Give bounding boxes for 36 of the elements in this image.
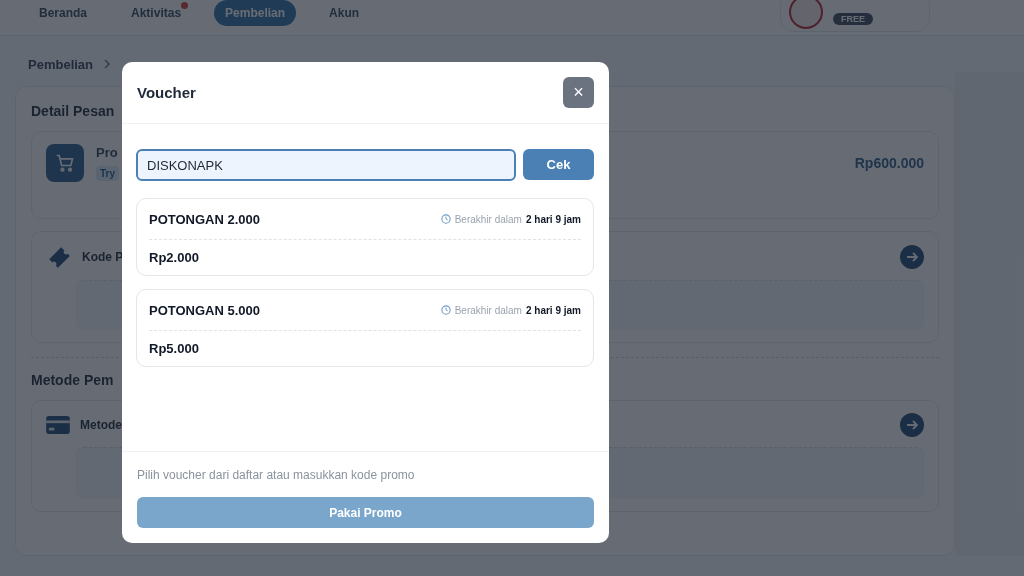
arrow-right-icon[interactable] (900, 413, 924, 437)
section-title: Detail Pesan (31, 103, 116, 119)
nav-tab[interactable]: Beranda (28, 0, 99, 26)
section-title: Metode Pem (31, 372, 115, 388)
nav-tab[interactable]: Aktivitas (120, 0, 193, 26)
voucher-name: POTONGAN 5.000 (149, 302, 261, 318)
breadcrumb-link[interactable]: Pembelian (28, 56, 94, 72)
product-price: Rp600.000 (854, 155, 924, 171)
dialog-title: Voucher (137, 84, 196, 101)
voucher-card[interactable]: POTONGAN 5.000 Berakhir dalam 2 hari 9 jam Rp5.000 (136, 289, 594, 367)
chevron-right-icon (103, 59, 112, 69)
voucher-amount: Rp2.000 (149, 249, 200, 265)
payment-label: Metode (80, 418, 122, 432)
arrow-right-icon[interactable] (900, 245, 924, 269)
clock-icon (440, 305, 451, 315)
voucher-card[interactable]: POTONGAN 2.000 Berakhir dalam 2 hari 9 jam Rp2.000 (136, 198, 594, 276)
expiry-time: 2 hari 9 jam (525, 304, 581, 316)
expiry-time: 2 hari 9 jam (525, 213, 581, 225)
voucher-code-field[interactable]: DISKONAPK (136, 149, 516, 181)
cart-icon (46, 144, 84, 182)
voucher-amount: Rp5.000 (149, 340, 200, 356)
avatar (789, 0, 823, 29)
expiry-label: Berakhir dalam (454, 213, 522, 225)
product-name: Pro (96, 145, 119, 160)
plan-badge: FREE (833, 12, 873, 25)
credit-card-icon (46, 415, 70, 435)
hint-text: Pilih voucher dari daftar atau masukkan kode promo (137, 468, 416, 482)
user-chip[interactable]: FREE (780, 0, 930, 32)
clock-icon (440, 214, 451, 224)
nav-tab[interactable]: Pembelian (214, 0, 297, 26)
voucher-name: POTONGAN 2.000 (149, 211, 261, 227)
check-button[interactable]: Cek (523, 149, 594, 180)
expiry-label: Berakhir dalam (454, 304, 522, 316)
nav-tab[interactable]: Akun (318, 0, 371, 26)
product-tag: Try (96, 166, 119, 181)
close-button[interactable]: × (563, 77, 594, 108)
